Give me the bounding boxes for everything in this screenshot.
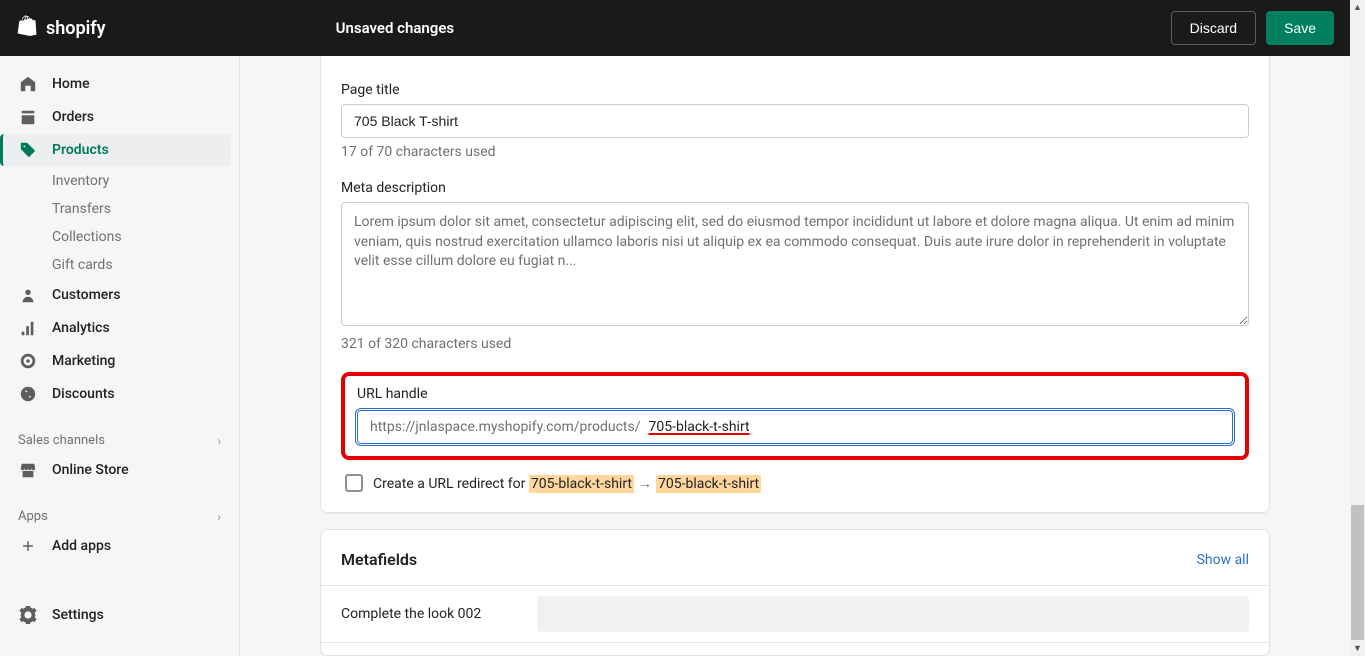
top-bar-left: shopify Unsaved changes [16, 14, 454, 42]
nav-products-label: Products [52, 142, 109, 158]
seo-card: Page title 17 of 70 characters used Meta… [320, 56, 1270, 513]
metafield-row: Complete the look 002 [321, 585, 1269, 642]
nav-discounts-label: Discounts [52, 386, 115, 402]
url-redirect-row: Create a URL redirect for 705-black-t-sh… [345, 474, 1249, 492]
chevron-right-icon: › [217, 434, 221, 448]
plus-icon [18, 536, 38, 556]
meta-desc-input[interactable]: Lorem ipsum dolor sit amet, consectetur … [341, 202, 1249, 326]
sales-channels-label: Sales channels [18, 433, 105, 448]
shopify-bag-icon [16, 14, 40, 42]
products-icon [18, 140, 38, 160]
brand-text: shopify [46, 18, 106, 39]
page-title-help: 17 of 70 characters used [341, 144, 1249, 160]
metafields-header: Metafields Show all [341, 550, 1249, 569]
page-title-input[interactable] [341, 104, 1249, 138]
nav-analytics-label: Analytics [52, 320, 110, 336]
nav-transfers[interactable]: Transfers [8, 195, 231, 223]
meta-desc-help: 321 of 320 characters used [341, 336, 1249, 352]
meta-desc-label: Meta description [341, 180, 1249, 196]
discard-button[interactable]: Discard [1171, 11, 1256, 45]
nav-settings[interactable]: Settings [8, 599, 231, 631]
metafields-show-all[interactable]: Show all [1197, 552, 1249, 568]
metafield-label: Complete the look 002 [341, 606, 521, 622]
url-redirect-text: Create a URL redirect for 705-black-t-sh… [373, 475, 761, 492]
nav-giftcards[interactable]: Gift cards [8, 251, 231, 279]
home-icon [18, 74, 38, 94]
top-bar: shopify Unsaved changes Discard Save [0, 0, 1350, 56]
scroll-down-icon[interactable]: ▼ [1350, 641, 1365, 656]
nav-products[interactable]: Products [0, 134, 231, 166]
apps-label: Apps [18, 509, 48, 524]
analytics-icon [18, 318, 38, 338]
meta-desc-field: Meta description Lorem ipsum dolor sit a… [341, 180, 1249, 352]
nav-customers[interactable]: Customers [8, 279, 231, 311]
metafield-row [321, 642, 1269, 647]
url-handle-input-wrap[interactable]: https://jnlaspace.myshopify.com/products… [357, 410, 1233, 444]
gear-icon [18, 605, 38, 625]
orders-icon [18, 107, 38, 127]
nav-marketing-label: Marketing [52, 353, 115, 369]
nav-collections[interactable]: Collections [8, 223, 231, 251]
main-content: Page title 17 of 70 characters used Meta… [240, 56, 1350, 656]
page-title-label: Page title [341, 82, 1249, 98]
nav-orders[interactable]: Orders [8, 101, 231, 133]
nav-add-apps-label: Add apps [52, 538, 111, 554]
url-prefix: https://jnlaspace.myshopify.com/products… [358, 411, 645, 443]
nav-discounts[interactable]: Discounts [8, 378, 231, 410]
nav-home-label: Home [52, 76, 90, 92]
page-title-field: Page title 17 of 70 characters used [341, 82, 1249, 160]
marketing-icon [18, 351, 38, 371]
nav-customers-label: Customers [52, 287, 120, 303]
save-button[interactable]: Save [1266, 11, 1334, 45]
apps-header[interactable]: Apps › [8, 503, 231, 530]
nav-inventory[interactable]: Inventory [8, 167, 231, 195]
metafields-card: Metafields Show all Complete the look 00… [320, 529, 1270, 656]
url-handle-label: URL handle [357, 386, 1233, 402]
store-icon [18, 460, 38, 480]
url-redirect-checkbox[interactable] [345, 474, 363, 492]
chevron-right-icon: › [217, 510, 221, 524]
redirect-old-handle: 705-black-t-shirt [529, 475, 634, 493]
nav-orders-label: Orders [52, 109, 94, 125]
metafields-title: Metafields [341, 550, 417, 569]
top-bar-actions: Discard Save [1171, 11, 1334, 45]
redirect-new-handle: 705-black-t-shirt [656, 475, 761, 493]
arrow-icon: → [638, 476, 652, 492]
nav-analytics[interactable]: Analytics [8, 312, 231, 344]
page-scrollbar[interactable]: ▲ ▼ [1350, 0, 1365, 656]
nav-home[interactable]: Home [8, 68, 231, 100]
url-handle-highlight: URL handle https://jnlaspace.myshopify.c… [341, 372, 1249, 460]
nav-settings-label: Settings [52, 607, 104, 623]
nav-add-apps[interactable]: Add apps [8, 530, 231, 562]
sales-channels-header[interactable]: Sales channels › [8, 427, 231, 454]
scrollbar-thumb[interactable] [1351, 505, 1364, 640]
url-handle-input[interactable]: 705-black-t-shirt [645, 411, 1233, 443]
nav-marketing[interactable]: Marketing [8, 345, 231, 377]
unsaved-changes-text: Unsaved changes [336, 19, 455, 37]
discounts-icon [18, 384, 38, 404]
sidebar: Home Orders Products Inventory Transfers… [0, 56, 240, 656]
shopify-logo[interactable]: shopify [16, 14, 106, 42]
customers-icon [18, 285, 38, 305]
metafield-input[interactable] [537, 596, 1249, 632]
nav-online-store[interactable]: Online Store [8, 454, 231, 486]
nav-online-store-label: Online Store [52, 462, 129, 478]
scroll-up-icon[interactable]: ▲ [1350, 0, 1365, 15]
